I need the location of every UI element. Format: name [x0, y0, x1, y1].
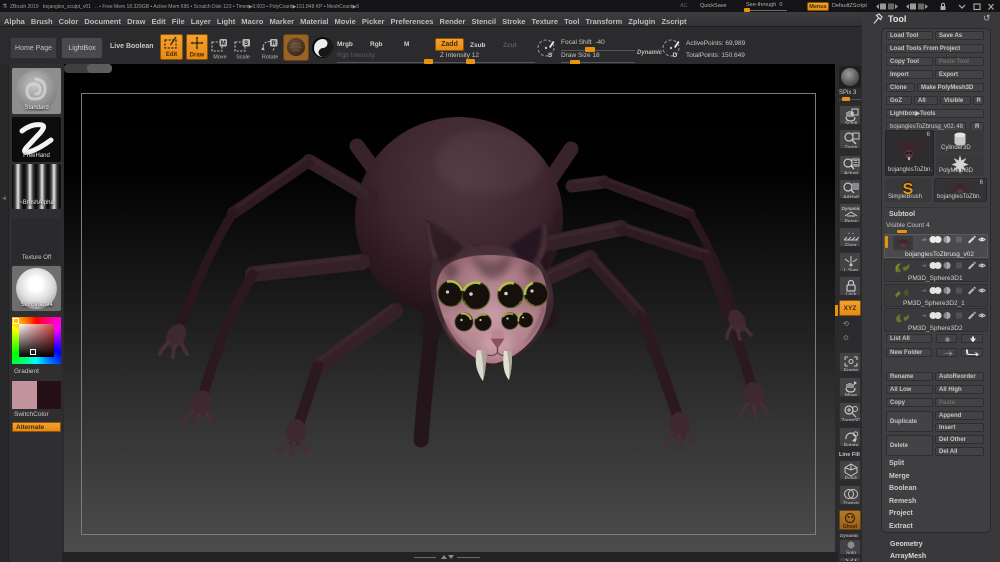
svg-text:Rotate: Rotate: [844, 443, 859, 447]
svg-text:PolyF: PolyF: [845, 476, 858, 480]
svg-text:R: R: [272, 41, 277, 47]
svg-text:M: M: [221, 41, 226, 47]
svg-text:Draw: Draw: [190, 53, 205, 59]
svg-text:Persp: Persp: [844, 219, 857, 223]
svg-text:AAHalf: AAHalf: [843, 195, 859, 199]
svg-text:Ghost: Ghost: [843, 524, 858, 529]
svg-text:Lock: Lock: [846, 292, 857, 296]
svg-text:L.Sym: L.Sym: [844, 268, 858, 272]
svg-text:S: S: [548, 52, 553, 59]
svg-text:S: S: [244, 41, 248, 47]
svg-text:Floor: Floor: [845, 243, 857, 247]
svg-text:Zoom3D: Zoom3D: [841, 418, 861, 422]
svg-text:Edit: Edit: [166, 52, 177, 58]
svg-text:⌄⌄: ⌄⌄: [847, 230, 855, 236]
svg-text:Solo: Solo: [846, 551, 856, 556]
svg-text:Move: Move: [213, 55, 226, 61]
svg-text:Move: Move: [845, 393, 857, 397]
svg-text:Zoom: Zoom: [845, 145, 858, 149]
svg-text:Scale: Scale: [236, 55, 250, 61]
svg-text:Frame: Frame: [844, 368, 859, 372]
svg-text:Transp: Transp: [843, 501, 859, 505]
svg-text:Scroll: Scroll: [845, 121, 858, 125]
svg-text:Dynamic: Dynamic: [842, 206, 861, 211]
svg-text:D: D: [673, 52, 678, 59]
svg-text:Rotate: Rotate: [262, 55, 278, 61]
svg-text:Actual: Actual: [844, 171, 858, 175]
